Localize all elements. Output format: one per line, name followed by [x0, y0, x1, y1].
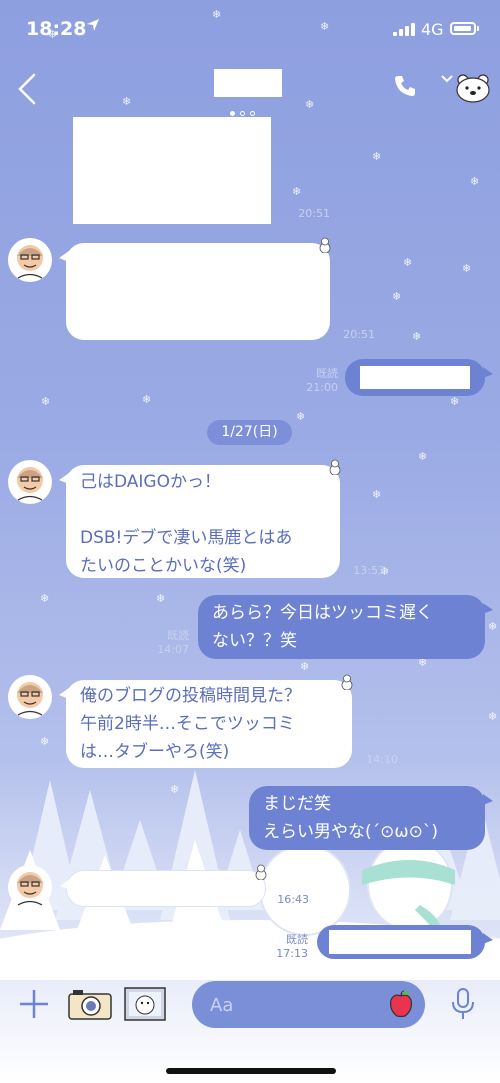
avatar[interactable]: [8, 865, 52, 909]
apple-emoji-icon[interactable]: [388, 990, 414, 1018]
message-bubble[interactable]: 俺のブログの投稿時間見た？ 午前2時半…そこでツッコミ は…タブーやろ(笑): [59, 680, 352, 768]
message-bubble-redacted[interactable]: [345, 359, 493, 396]
message-line: まじだ笑: [263, 794, 331, 814]
back-icon[interactable]: [14, 72, 40, 106]
snowman-icon: [255, 864, 267, 880]
network-type: 4G: [421, 20, 444, 39]
message-bubble-redacted[interactable]: [60, 870, 266, 907]
message-line: ない？？笑: [212, 631, 297, 651]
message-line: 俺のブログの投稿時間見た？: [80, 686, 301, 706]
bear-icon[interactable]: [455, 73, 491, 103]
page-dot: [230, 111, 235, 116]
image-icon[interactable]: [124, 987, 166, 1021]
status-time: 18:28: [26, 18, 87, 40]
avatar[interactable]: [8, 460, 52, 504]
message-line: 己はDAIGOかっ！: [80, 472, 221, 492]
message-line: 午前2時半…そこでツッコミ: [80, 714, 295, 734]
snowman-icon: [341, 674, 353, 690]
avatar[interactable]: [8, 675, 52, 719]
page-dot: [250, 111, 255, 116]
message-input[interactable]: [208, 989, 382, 1021]
avatar-face-icon: [17, 872, 43, 906]
message-time: 20:51: [343, 328, 375, 341]
message-time: 20:51: [298, 207, 330, 220]
battery-icon: [450, 22, 476, 35]
avatar-face-icon: [17, 245, 43, 279]
message-line: は…タブーやろ(笑): [80, 742, 230, 762]
message-bubble[interactable]: あらら？今日はツッコミ遅く ない？？笑: [198, 595, 493, 659]
chat-title-redacted[interactable]: [214, 69, 282, 97]
date-separator: 1/27(日): [207, 420, 292, 445]
message-time: 14:10: [366, 753, 398, 766]
avatar[interactable]: [8, 238, 52, 282]
message-time: 13:53: [353, 564, 385, 577]
message-bubble-redacted[interactable]: [59, 243, 330, 340]
avatar-face-icon: [17, 467, 43, 501]
chevron-down-icon[interactable]: [441, 74, 453, 84]
snowman-icon: [329, 459, 341, 475]
location-arrow-icon: [87, 19, 99, 31]
phone-icon[interactable]: [393, 74, 417, 98]
message-time: 16:43: [277, 893, 309, 906]
message-line: たいのことかいな(笑): [80, 556, 247, 576]
message-line: DSB!デブで凄い馬鹿とはあ: [80, 528, 293, 548]
snowman-icon: [319, 237, 331, 253]
message-line: [80, 496, 326, 524]
camera-icon[interactable]: [67, 987, 113, 1021]
microphone-icon[interactable]: [451, 988, 475, 1020]
message-bubble-redacted[interactable]: [317, 925, 493, 959]
page-dot: [240, 111, 245, 116]
read-receipt: 既読: [167, 629, 189, 642]
message-line: あらら？今日はツッコミ遅く: [212, 603, 433, 623]
message-bubble-redacted[interactable]: [73, 117, 271, 224]
message-time: 21:00: [306, 381, 338, 394]
message-time: 14:07: [157, 643, 189, 656]
message-bubble[interactable]: 己はDAIGOかっ！ DSB!デブで凄い馬鹿とはあ たいのことかいな(笑): [59, 465, 340, 578]
plus-icon[interactable]: [18, 988, 50, 1020]
signal-icon: [393, 23, 417, 36]
home-indicator[interactable]: [166, 1068, 336, 1074]
message-line: えらい男やな(´⊙ω⊙`): [263, 822, 438, 842]
message-time: 17:13: [276, 947, 308, 960]
read-receipt: 既読: [286, 933, 308, 946]
read-receipt: 既読: [316, 367, 338, 380]
status-bar: 18:28 4G: [0, 0, 500, 56]
message-bubble[interactable]: まじだ笑 えらい男やな(´⊙ω⊙`): [249, 786, 493, 850]
avatar-face-icon: [17, 682, 43, 716]
